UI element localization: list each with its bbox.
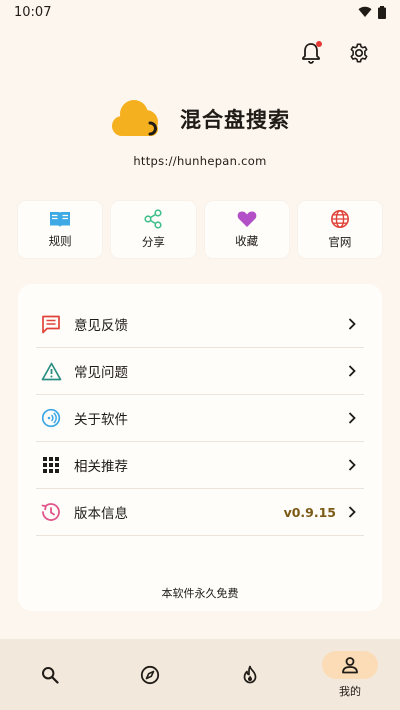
nav-profile[interactable]: 我的 xyxy=(300,639,400,710)
quick-rules-button[interactable]: 规则 xyxy=(18,201,103,258)
settings-button[interactable] xyxy=(346,40,372,66)
menu-item-version[interactable]: 版本信息 v0.9.15 xyxy=(36,489,364,536)
wifi-icon xyxy=(358,6,372,18)
menu-label-recommendations: 相关推荐 xyxy=(74,459,128,475)
quick-website-button[interactable]: 官网 xyxy=(297,201,382,258)
about-icon xyxy=(41,408,61,428)
quick-website-label: 官网 xyxy=(328,235,352,249)
heart-icon xyxy=(237,211,256,227)
grid-icon xyxy=(43,457,59,473)
search-icon xyxy=(42,666,59,684)
bottom-navigation: 我的 xyxy=(0,639,400,710)
globe-icon xyxy=(330,210,349,228)
gear-icon xyxy=(350,43,368,63)
quick-favorites-label: 收藏 xyxy=(235,234,259,248)
app-name: 混合盘搜索 xyxy=(180,108,290,132)
warning-icon xyxy=(41,362,61,380)
status-bar: 10:07 xyxy=(0,0,400,24)
nav-search[interactable] xyxy=(0,639,100,710)
nav-profile-label: 我的 xyxy=(339,684,361,698)
nav-hot[interactable] xyxy=(200,639,300,710)
menu-item-about[interactable]: 关于软件 xyxy=(36,395,364,442)
chevron-right-icon xyxy=(348,365,356,377)
notification-dot xyxy=(316,41,322,47)
top-actions xyxy=(298,40,372,66)
fire-icon xyxy=(243,665,257,683)
free-software-note: 本软件永久免费 xyxy=(161,587,239,600)
share-icon xyxy=(144,209,162,229)
quick-actions: 规则 分享 收藏 官网 xyxy=(18,201,382,258)
chevron-right-icon xyxy=(348,459,356,471)
quick-share-label: 分享 xyxy=(141,235,165,249)
version-number: v0.9.15 xyxy=(283,504,336,520)
person-icon xyxy=(342,656,358,673)
chevron-right-icon xyxy=(348,506,356,518)
cloud-logo-icon xyxy=(112,100,158,136)
compass-icon xyxy=(140,665,160,684)
menu-item-recommendations[interactable]: 相关推荐 xyxy=(36,442,364,489)
quick-favorites-button[interactable]: 收藏 xyxy=(204,201,289,258)
menu-label-faq: 常见问题 xyxy=(74,365,128,381)
settings-menu-card: 意见反馈 常见问题 关于软件 相关推荐 版本信息 v0.9.15 本软件永久免费 xyxy=(18,284,382,611)
history-icon xyxy=(41,503,60,521)
battery-icon xyxy=(378,5,386,19)
quick-share-button[interactable]: 分享 xyxy=(111,201,196,258)
website-url[interactable]: https://hunhepan.com xyxy=(0,154,400,168)
status-icons xyxy=(358,5,386,19)
quick-rules-label: 规则 xyxy=(48,234,72,248)
nav-explore[interactable] xyxy=(100,639,200,710)
menu-item-faq[interactable]: 常见问题 xyxy=(36,348,364,395)
feedback-icon xyxy=(42,315,60,333)
menu-label-version: 版本信息 xyxy=(74,506,128,522)
chevron-right-icon xyxy=(348,412,356,424)
menu-item-feedback[interactable]: 意见反馈 xyxy=(36,301,364,348)
book-icon xyxy=(50,212,71,227)
menu-label-feedback: 意见反馈 xyxy=(74,318,128,334)
notification-button[interactable] xyxy=(298,40,324,66)
chevron-right-icon xyxy=(348,318,356,330)
status-time: 10:07 xyxy=(14,4,52,20)
brand-section: 混合盘搜索 https://hunhepan.com xyxy=(0,96,400,168)
menu-label-about: 关于软件 xyxy=(74,412,128,428)
